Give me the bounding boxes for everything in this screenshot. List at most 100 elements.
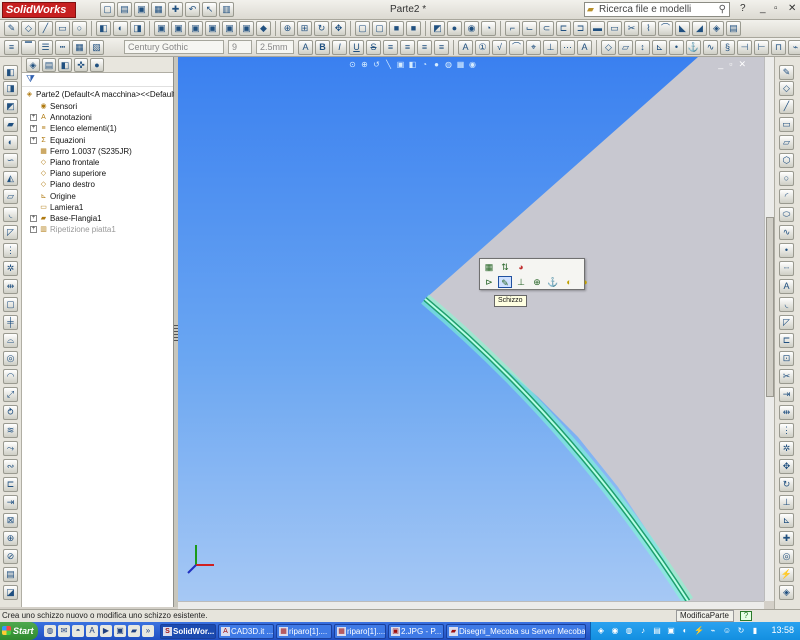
tree-item[interactable]: + ▥ Ripetizione piatta1 [30, 224, 116, 235]
help-icon[interactable]: ? [740, 611, 752, 621]
indent-icon[interactable]: ⊏ [3, 477, 18, 492]
note-icon[interactable]: A [577, 40, 592, 55]
circular-sketch-pattern-icon[interactable]: ✲ [779, 441, 794, 456]
configuration-manager-tab-icon[interactable]: ◧ [58, 58, 72, 72]
text-icon[interactable]: A [779, 279, 794, 294]
extrude-icon[interactable]: ◧ [96, 21, 111, 36]
repair-sketch-icon[interactable]: ✚ [779, 531, 794, 546]
options-icon[interactable]: ▥ [219, 2, 234, 17]
view-front-icon[interactable]: ▣ [154, 21, 169, 36]
dimxpert-tab-icon[interactable]: ✜ [74, 58, 88, 72]
feature-order-icon[interactable]: ⇅ [498, 261, 512, 273]
shadows-icon[interactable]: ◔ [481, 21, 496, 36]
cut-icon[interactable]: ◨ [130, 21, 145, 36]
quicklaunch-folder-icon[interactable]: ▰ [128, 625, 140, 637]
flex-icon[interactable]: ⤳ [3, 441, 18, 456]
plane-icon[interactable]: ▱ [618, 40, 633, 55]
circle-icon[interactable]: ○ [72, 21, 87, 36]
layer-icon[interactable]: ≡ [4, 40, 19, 55]
offset-icon[interactable]: ⊏ [779, 333, 794, 348]
color-display-icon[interactable]: ▧ [89, 40, 104, 55]
tray-update-icon[interactable]: ◍ [623, 625, 635, 637]
appearance-icon[interactable]: ● [447, 21, 462, 36]
part-icon[interactable]: ◧ [3, 65, 18, 80]
smart-dimension-icon[interactable]: ◇ [779, 81, 794, 96]
linear-sketch-pattern-icon[interactable]: ⋮ [779, 423, 794, 438]
curve-through-points-icon[interactable]: ⌁ [788, 40, 800, 55]
hide-show-items-icon[interactable]: ◔ [420, 60, 429, 69]
realview-icon[interactable]: ◉ [468, 60, 477, 69]
view-orientation-icon[interactable]: ▣ [396, 60, 405, 69]
vent-icon[interactable]: ▤ [726, 21, 741, 36]
restore-icon[interactable]: ▫ [774, 3, 778, 14]
helix-icon[interactable]: § [720, 40, 735, 55]
rotate-entities-icon[interactable]: ↻ [779, 477, 794, 492]
tree-item[interactable]: + A Annotazioni [30, 112, 92, 123]
align-right-icon[interactable]: ≡ [417, 40, 432, 55]
apply-scene-icon[interactable]: ◍ [444, 60, 453, 69]
linear-pattern-icon[interactable]: ⋮ [3, 243, 18, 258]
spline-icon[interactable]: ∿ [779, 225, 794, 240]
tray-battery-icon[interactable]: ▮ [749, 625, 761, 637]
font-name-select[interactable]: Century Gothic [124, 40, 224, 54]
tray-connection-icon[interactable]: ⚡ [693, 625, 705, 637]
minimize-icon[interactable]: _ [760, 3, 766, 14]
view-right-icon[interactable]: ▣ [205, 21, 220, 36]
revolved-boss-icon[interactable]: ◐ [3, 135, 18, 150]
rapid-sketch-icon[interactable]: ⚡ [779, 567, 794, 582]
polygon-icon[interactable]: ⬡ [779, 153, 794, 168]
quicklaunch-explorer-icon[interactable]: ◓ [72, 625, 84, 637]
convert-entities-icon[interactable]: ⊡ [779, 351, 794, 366]
help-menu-icon[interactable]: ? [740, 3, 746, 14]
property-manager-tab-icon[interactable]: ▤ [42, 58, 56, 72]
quicklaunch-cad-icon[interactable]: A [86, 625, 98, 637]
triad-icon[interactable] [187, 545, 214, 574]
drawing-icon[interactable]: ◩ [3, 99, 18, 114]
justify-icon[interactable]: ≡ [434, 40, 449, 55]
taskbar-button[interactable]: ▣ 2.JPG - P... [388, 624, 444, 639]
move-face-icon[interactable]: ⇥ [3, 495, 18, 510]
select-other-icon[interactable]: ⊳ [482, 276, 496, 288]
feature-manager-tab-icon[interactable]: ◈ [26, 58, 40, 72]
hidden-lines-icon[interactable]: ▢ [372, 21, 387, 36]
sketch-icon[interactable]: ✎ [4, 21, 19, 36]
axis-icon[interactable]: ↕ [635, 40, 650, 55]
select-icon[interactable]: ↖ [202, 2, 217, 17]
revolve-icon[interactable]: ◐ [113, 21, 128, 36]
line-color-icon[interactable]: ▔ [21, 40, 36, 55]
italic-icon[interactable]: I [332, 40, 347, 55]
isolate-icon[interactable]: ◑ [578, 276, 592, 288]
ellipse-icon[interactable]: ⬭ [779, 207, 794, 222]
tree-item[interactable]: ◇ Piano superiore [30, 168, 106, 179]
wrap-icon[interactable]: ⥁ [3, 405, 18, 420]
filter-icon[interactable]: ⧩ [26, 74, 35, 85]
start-button[interactable]: Start [0, 622, 38, 640]
chamfer-icon[interactable]: ◸ [3, 225, 18, 240]
fold-icon[interactable]: ⊐ [573, 21, 588, 36]
rectangle-icon[interactable]: ▭ [55, 21, 70, 36]
centerline-icon[interactable]: ┈ [779, 261, 794, 276]
sheet-metal-face[interactable] [425, 57, 764, 601]
tree-filter[interactable]: ⧩ [22, 73, 173, 87]
hide-show-edges-icon[interactable]: ▦ [72, 40, 87, 55]
align-left-icon[interactable]: ≡ [383, 40, 398, 55]
circular-pattern-icon[interactable]: ✲ [3, 261, 18, 276]
tree-item[interactable]: + ▰ Base-Flangia1 [30, 213, 102, 224]
hem-icon[interactable]: ⊂ [539, 21, 554, 36]
mate-reference-icon[interactable]: ⚓ [686, 40, 701, 55]
rotate-icon[interactable]: ↻ [314, 21, 329, 36]
open-icon[interactable]: ▤ [117, 2, 132, 17]
lofted-boss-icon[interactable]: ◭ [3, 171, 18, 186]
zoom-to-selection-icon[interactable]: ⊕ [530, 276, 544, 288]
hide-icon[interactable]: ◐ [562, 276, 576, 288]
zoom-fit-icon[interactable]: ⊕ [280, 21, 295, 36]
sheet-metal-icon[interactable]: ⌐ [505, 21, 520, 36]
forming-tool-icon[interactable]: ◈ [709, 21, 724, 36]
projected-curve-icon[interactable]: ⊢ [754, 40, 769, 55]
viewport-restore-icon[interactable]: ▫ [729, 59, 732, 70]
solidworks-logo[interactable]: SolidWorks [2, 2, 76, 18]
font-size-select[interactable]: 9 [228, 40, 252, 54]
strikethrough-icon[interactable]: S [366, 40, 381, 55]
dome-icon[interactable]: ◠ [3, 369, 18, 384]
tray-sync-icon[interactable]: ↻ [735, 625, 747, 637]
